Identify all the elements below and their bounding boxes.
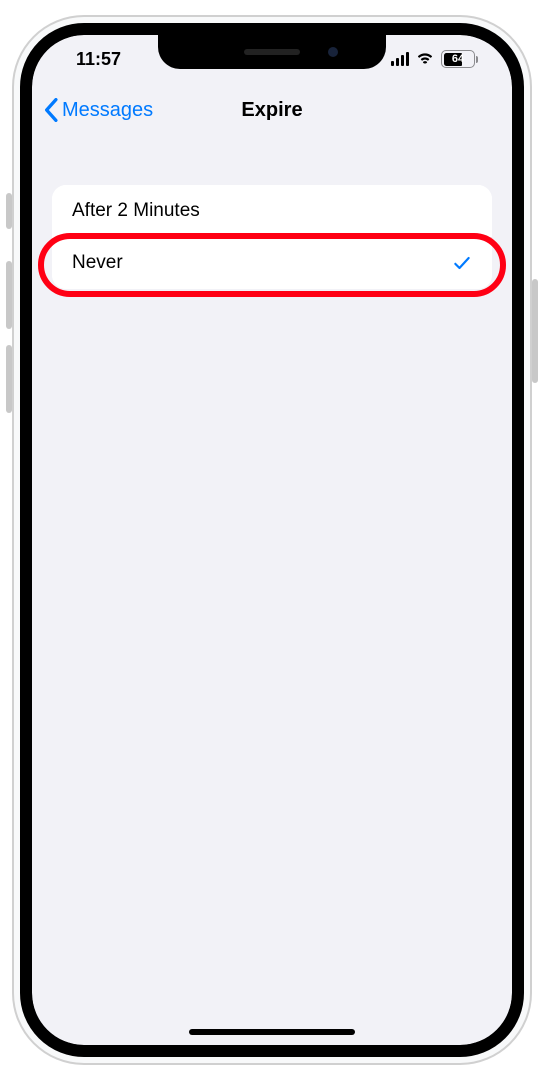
navigation-bar: Messages Expire xyxy=(32,83,512,137)
cellular-icon xyxy=(391,52,409,66)
status-time: 11:57 xyxy=(62,49,121,70)
volume-up-button xyxy=(6,261,12,329)
battery-indicator: 64 xyxy=(441,50,478,68)
chevron-left-icon xyxy=(44,98,58,122)
option-after-2-minutes[interactable]: After 2 Minutes xyxy=(52,185,492,237)
option-label: After 2 Minutes xyxy=(72,200,200,222)
checkmark-icon xyxy=(452,253,472,273)
back-button[interactable]: Messages xyxy=(44,98,153,122)
wifi-icon xyxy=(415,50,435,68)
option-never[interactable]: Never xyxy=(52,237,492,289)
home-indicator[interactable] xyxy=(189,1029,355,1035)
device-notch xyxy=(158,35,386,69)
phone-frame: 11:57 64 xyxy=(12,15,532,1065)
option-label: Never xyxy=(72,252,123,274)
battery-level: 64 xyxy=(442,51,474,67)
silent-switch xyxy=(6,193,12,229)
volume-down-button xyxy=(6,345,12,413)
expire-options-list: After 2 Minutes Never xyxy=(52,185,492,289)
power-button xyxy=(532,279,538,383)
back-label: Messages xyxy=(62,99,153,122)
